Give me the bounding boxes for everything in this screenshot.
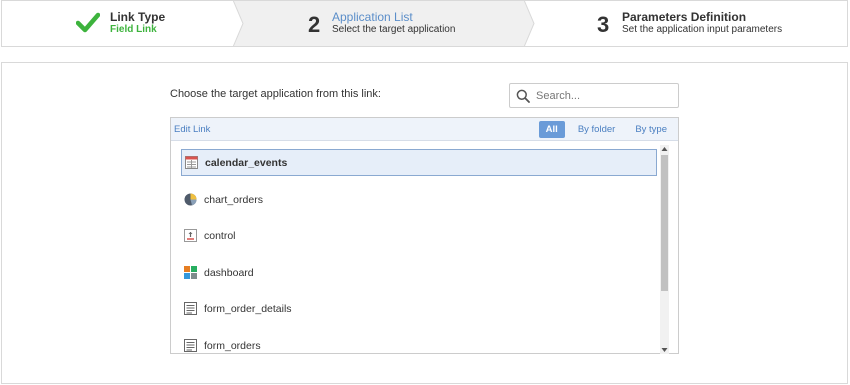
step-separator [233,0,244,47]
list-item[interactable]: dashboard [181,259,657,286]
step-subtitle: Set the application input parameters [622,24,783,35]
search-box[interactable] [509,83,679,108]
scroll-thumb[interactable] [661,155,668,291]
calendar-icon [185,156,198,169]
item-label: chart_orders [204,193,263,206]
application-selection-panel: Choose the target application from this … [1,62,848,384]
list-scrollbar[interactable] [660,145,669,354]
dashboard-icon [184,266,197,279]
search-input[interactable] [536,86,674,105]
application-list: Edit Link All By folder By type calendar… [170,117,679,354]
step-title: Link Type [110,10,166,24]
scroll-up-icon[interactable] [660,145,669,153]
item-label: control [204,229,236,242]
list-item[interactable]: calendar_events [181,149,657,176]
filter-group: All By folder By type [533,121,674,138]
step-parameters-definition[interactable]: 3 Parameters Definition Set the applicat… [524,1,847,46]
item-label: calendar_events [205,156,288,169]
list-item[interactable]: chart_orders [181,186,657,213]
step-number: 3 [597,12,610,37]
checkmark-icon [76,12,100,33]
step-separator [524,0,535,47]
pie-chart-icon [184,193,197,206]
list-body: calendar_events chart_orders control das… [171,142,657,354]
filter-all-button[interactable]: All [538,121,565,138]
step-application-list[interactable]: 2 Application List Select the target app… [233,0,535,47]
step-subtitle: Select the target application [332,24,456,35]
filter-by-type-button[interactable]: By type [628,121,674,138]
step-title: Application List [332,10,413,24]
list-item[interactable]: control [181,222,657,249]
item-label: form_orders [204,339,261,352]
scroll-down-icon[interactable] [660,346,669,354]
control-icon [184,229,197,242]
step-link-type[interactable]: Link Type Field Link [2,0,244,47]
list-item[interactable]: form_order_details [181,295,657,322]
filter-by-folder-button[interactable]: By folder [571,121,623,138]
list-toolbar: Edit Link All By folder By type [171,118,678,141]
edit-link[interactable]: Edit Link [174,124,210,135]
list-item[interactable]: form_orders [181,332,657,354]
wizard-steps: Link Type Field Link 2 Application List … [1,0,848,47]
form-icon [184,302,197,315]
step-text: Application List Select the target appli… [332,11,455,36]
item-label: form_order_details [204,302,292,315]
item-label: dashboard [204,266,254,279]
step-text: Link Type Field Link [110,11,165,36]
step-title: Parameters Definition [622,10,747,24]
form-icon [184,339,197,352]
search-icon [516,89,530,103]
step-text: Parameters Definition Set the applicatio… [622,11,782,36]
step-subtitle: Field Link [110,24,157,35]
choose-label: Choose the target application from this … [170,88,381,100]
step-number: 2 [308,12,321,37]
